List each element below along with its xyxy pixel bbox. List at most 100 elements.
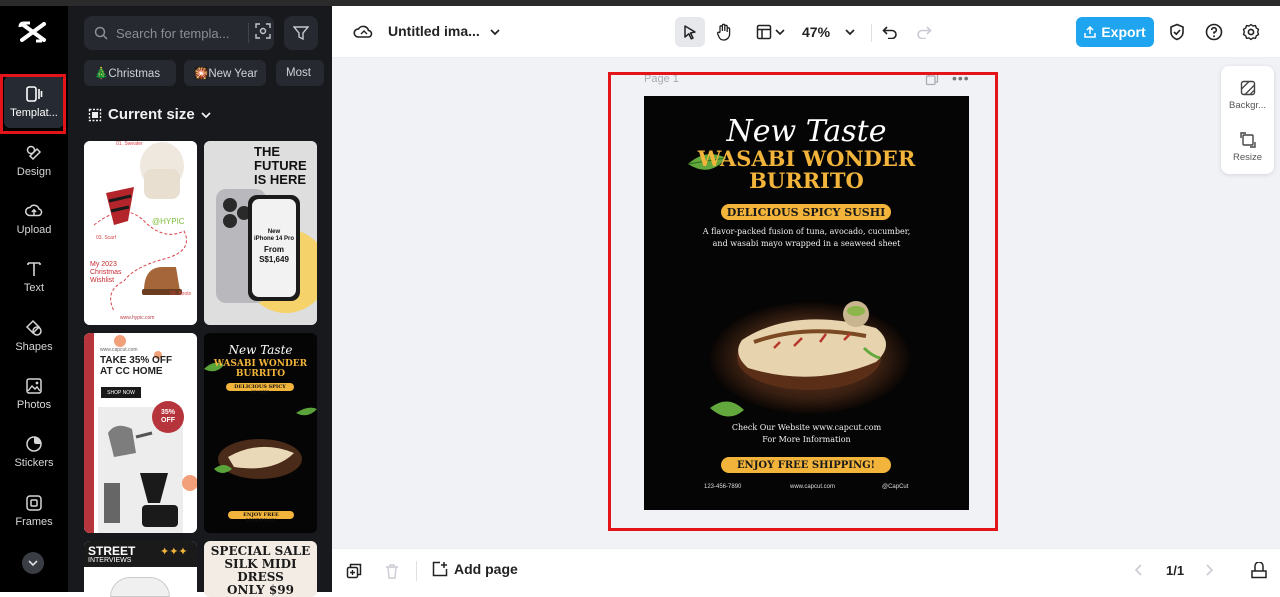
- page-more-icon[interactable]: •••: [952, 70, 970, 86]
- redo-icon: [917, 26, 932, 39]
- rail-upload[interactable]: Upload: [4, 193, 64, 245]
- rail-stickers[interactable]: Stickers: [4, 426, 64, 478]
- help-icon: [1205, 23, 1223, 41]
- wishlist-handle: @HYPIC: [152, 217, 185, 226]
- poster-description: A flavor-packed fusion of tuna, avocado,…: [644, 226, 969, 250]
- chevron-down-icon: [201, 111, 211, 118]
- poster-title-line2: BURRITO: [749, 168, 864, 193]
- rail-photos[interactable]: Photos: [4, 368, 64, 420]
- redo-button[interactable]: [909, 17, 939, 47]
- poster-desc-2: and wasabi mayo wrapped in a seaweed she…: [712, 239, 901, 248]
- template-search: [84, 16, 274, 50]
- layout-menu-button[interactable]: [750, 17, 790, 47]
- template-cc-home-sale[interactable]: www.capcut.com TAKE 35% OFF AT CC HOME S…: [84, 333, 197, 533]
- size-label: Current size: [108, 106, 195, 123]
- template-wasabi-burrito[interactable]: New Taste WASABI WONDER BURRITO DELICIOU…: [204, 333, 317, 533]
- hand-icon: [716, 23, 731, 41]
- export-button[interactable]: Export: [1076, 17, 1154, 47]
- chevron-down-icon: [845, 29, 855, 36]
- poster-website: Check Our Website www.capcut.com For Mor…: [644, 422, 969, 446]
- chip-new-year[interactable]: 🎇New Year: [184, 60, 266, 86]
- undo-button[interactable]: [875, 17, 905, 47]
- wishlist-site: www.hypic.com: [120, 315, 155, 321]
- rail-stickers-label: Stickers: [14, 457, 54, 469]
- delete-page-button[interactable]: [384, 563, 400, 584]
- title-menu-button[interactable]: [480, 17, 510, 47]
- rail-templates-label: Templat...: [10, 107, 58, 119]
- background-tool[interactable]: Backgr...: [1221, 70, 1274, 120]
- bottom-toolbar: Add page 1/1: [332, 548, 1280, 592]
- template-street-interviews[interactable]: STREET INTERVIEWS ✦✦✦: [84, 541, 197, 597]
- select-tool-button[interactable]: [675, 17, 705, 47]
- poster-footer-phone: 123-456-7890: [704, 484, 742, 490]
- filter-button[interactable]: [284, 16, 318, 50]
- iphone-product-1: New: [267, 229, 281, 235]
- rail-photos-label: Photos: [16, 399, 52, 411]
- street-speech-bubble: [110, 577, 170, 597]
- template-christmas-wishlist[interactable]: 01. Sweater @HYPIC 03. Scarf My 2023 Chr…: [84, 141, 197, 325]
- settings-button[interactable]: [1236, 17, 1266, 47]
- gear-icon: [1242, 23, 1260, 41]
- zoom-level[interactable]: 47%: [802, 24, 830, 40]
- poster-cta: ENJOY FREE SHIPPING!: [721, 457, 891, 473]
- document-title[interactable]: Untitled ima...: [388, 23, 480, 39]
- image-search-button[interactable]: [248, 23, 271, 43]
- shield-button[interactable]: [1162, 17, 1192, 47]
- hand-tool-button[interactable]: [709, 17, 739, 47]
- cloud-icon: [353, 25, 373, 38]
- background-label: Backgr...: [1229, 99, 1266, 111]
- chevron-down-icon: [490, 29, 500, 36]
- rail-design-label: Design: [16, 166, 52, 178]
- help-button[interactable]: [1199, 17, 1229, 47]
- side-tools-panel: Backgr... Resize: [1221, 66, 1274, 174]
- sale-line3: ONLY $99: [227, 583, 294, 597]
- add-page-label: Add page: [454, 561, 518, 577]
- rail-shapes-label: Shapes: [15, 341, 53, 353]
- duplicate-icon: [346, 563, 362, 579]
- cloud-sync-button[interactable]: [348, 17, 378, 47]
- zoom-menu-button[interactable]: [835, 17, 865, 47]
- iphone-headline-1: THE: [254, 144, 280, 159]
- bottom-divider: [416, 561, 417, 581]
- resize-icon: [1239, 131, 1256, 148]
- rail-frames-label: Frames: [15, 516, 53, 528]
- upload-arrow-icon: [1084, 26, 1097, 38]
- iphone-headline-3: IS HERE: [254, 172, 307, 187]
- chevron-down-icon: [28, 560, 38, 567]
- stickers-icon: [26, 436, 42, 452]
- chip-most[interactable]: Most: [276, 60, 324, 86]
- template-search-input[interactable]: [116, 25, 236, 41]
- iphone-headline: THE FUTURE IS HERE: [254, 145, 307, 187]
- layers-button[interactable]: [1250, 561, 1268, 585]
- template-special-sale[interactable]: SPECIAL SALE SILK MIDI DRESS ONLY $99: [204, 541, 317, 597]
- frames-icon: [26, 495, 42, 511]
- add-page-button[interactable]: Add page: [432, 561, 518, 577]
- filter-icon: [293, 26, 309, 41]
- previous-page-button[interactable]: [1134, 563, 1144, 582]
- add-page-icon: [432, 561, 448, 577]
- duplicate-page-button[interactable]: [346, 563, 362, 584]
- rail-frames[interactable]: Frames: [4, 485, 64, 537]
- page-counter: 1/1: [1166, 563, 1185, 578]
- rail-more-button[interactable]: [22, 552, 44, 574]
- scan-image-icon: [255, 23, 271, 39]
- resize-tool[interactable]: Resize: [1221, 122, 1274, 172]
- poster-title-line1: WASABI WONDER: [697, 146, 916, 171]
- poster-page[interactable]: New Taste WASABI WONDER BURRITO DELICIOU…: [644, 96, 969, 510]
- rail-design[interactable]: Design: [4, 135, 64, 187]
- poster-script-title: New Taste: [726, 114, 887, 149]
- rail-text[interactable]: Text: [4, 251, 64, 303]
- page-duplicate-button[interactable]: [925, 72, 939, 91]
- burrito-thumb-line2: BURRITO: [235, 369, 286, 379]
- template-iphone-future[interactable]: THE FUTURE IS HERE New iPhone 14 Pro Fro…: [204, 141, 317, 325]
- undo-icon: [882, 26, 897, 39]
- chip-christmas[interactable]: 🎄Christmas: [84, 60, 176, 86]
- next-page-button[interactable]: [1204, 563, 1214, 582]
- rail-templates[interactable]: Templat...: [4, 76, 64, 128]
- poster-desc-1: A flavor-packed fusion of tuna, avocado,…: [702, 227, 911, 236]
- left-rail: Templat... Design Upload Text Shapes Pho…: [0, 6, 68, 592]
- size-selector[interactable]: Current size: [88, 106, 218, 123]
- rail-shapes[interactable]: Shapes: [4, 310, 64, 362]
- iphone-headline-2: FUTURE: [254, 158, 307, 173]
- text-icon: [27, 262, 41, 276]
